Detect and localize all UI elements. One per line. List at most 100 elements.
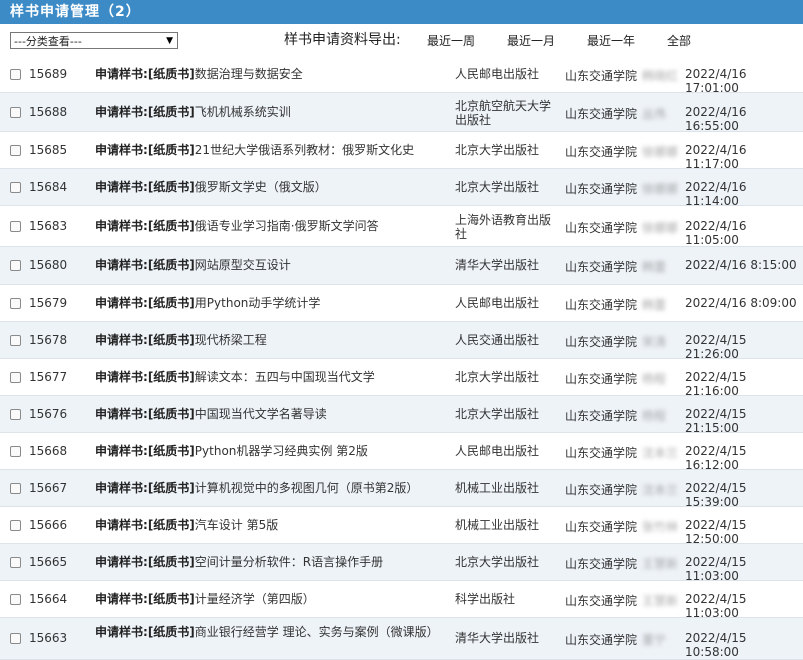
request-prefix: 申请样书: [95, 625, 148, 639]
school: 山东交通学院 [565, 335, 638, 349]
publisher: 北京大学出版社 [455, 180, 540, 194]
school: 山东交通学院 [565, 409, 638, 423]
book-title-link[interactable]: 申请样书:[纸质书]飞机机械系统实训 [95, 105, 445, 119]
table-row[interactable]: 15688 申请样书:[纸质书]飞机机械系统实训 北京航空航天大学出版社 山东交通学院… [0, 93, 803, 133]
table-row[interactable]: 15664 申请样书:[纸质书]计量经济学（第四版） 科学出版社 山东交通学院 王慧新 2… [0, 581, 803, 620]
request-prefix: 申请样书: [95, 407, 148, 421]
export-last-month-link[interactable]: 最近一月 [507, 32, 555, 49]
book-title-link[interactable]: 申请样书:[纸质书]Python机器学习经典实例 第2版 [95, 444, 445, 458]
category-filter-select[interactable]: ---分类查看--- ▼ [10, 32, 178, 49]
request-time: 2022/4/15 11:03:00 [685, 555, 747, 583]
table-row[interactable]: 15683 申请样书:[纸质书]俄语专业学习指南·俄罗斯文学问答 上海外语教育出版社… [0, 206, 803, 247]
table-row[interactable]: 15680 申请样书:[纸质书]网站原型交互设计 清华大学出版社 山东交通学院 韩蕾 20… [0, 247, 803, 285]
row-checkbox[interactable] [10, 372, 21, 383]
book-title-link[interactable]: 申请样书:[纸质书]中国现当代文学名著导读 [95, 407, 445, 421]
row-checkbox[interactable] [10, 483, 21, 494]
request-time: 2022/4/15 10:58:00 [685, 631, 747, 659]
book-name: 解读文本：五四与中国现当代文学 [194, 370, 375, 384]
request-prefix: 申请样书: [95, 258, 148, 272]
publisher: 机械工业出版社 [455, 481, 540, 495]
export-last-year-link[interactable]: 最近一年 [587, 32, 635, 49]
table-row[interactable]: 15689 申请样书:[纸质书]数据治理与数据安全 人民邮电出版社 山东交通学院 韩晓红… [0, 57, 803, 95]
school: 山东交通学院 [565, 69, 638, 83]
chevron-down-icon: ▼ [166, 36, 173, 46]
book-title-link[interactable]: 申请样书:[纸质书]现代桥梁工程 [95, 333, 445, 347]
row-checkbox[interactable] [10, 298, 21, 309]
request-time: 2022/4/16 16:55:00 [685, 105, 747, 133]
book-title-link[interactable]: 申请样书:[纸质书]21世纪大学俄语系列教材：俄罗斯文化史 [95, 143, 445, 157]
category-filter-value: ---分类查看--- [14, 35, 82, 48]
row-checkbox[interactable] [10, 520, 21, 531]
applicant-name: 杨程 [642, 409, 667, 423]
table-row[interactable]: 15679 申请样书:[纸质书]用Python动手学统计学 人民邮电出版社 山东交通学… [0, 285, 803, 322]
row-checkbox[interactable] [10, 335, 21, 346]
table-row[interactable]: 15676 申请样书:[纸质书]中国现当代文学名著导读 北京大学出版社 山东交通学院杨… [0, 396, 803, 435]
row-id: 15667 [29, 481, 68, 495]
school: 山东交通学院 [565, 483, 638, 497]
book-title-link[interactable]: 申请样书:[纸质书]计量经济学（第四版） [95, 592, 445, 606]
book-name: 数据治理与数据安全 [194, 67, 303, 81]
request-prefix: 申请样书: [95, 518, 148, 532]
publisher: 清华大学出版社 [455, 631, 540, 645]
table-row[interactable]: 15684 申请样书:[纸质书]俄罗斯文学史（俄文版） 北京大学出版社 山东交通学院徐… [0, 169, 803, 208]
export-last-week-link[interactable]: 最近一周 [427, 32, 475, 49]
format-tag: [纸质书] [147, 333, 195, 347]
book-name: 商业银行经营学 理论、实务与案例（微课版） [194, 625, 439, 639]
book-name: Python机器学习经典实例 第2版 [194, 444, 368, 458]
row-checkbox[interactable] [10, 107, 21, 118]
request-prefix: 申请样书: [95, 180, 148, 194]
book-title-link[interactable]: 申请样书:[纸质书]用Python动手学统计学 [95, 296, 445, 310]
table-row[interactable]: 15677 申请样书:[纸质书]解读文本：五四与中国现当代文学 北京大学出版社 山东交… [0, 359, 803, 398]
row-checkbox[interactable] [10, 557, 21, 568]
row-checkbox[interactable] [10, 633, 21, 644]
row-id: 15677 [29, 370, 68, 384]
book-title-link[interactable]: 申请样书:[纸质书]空间计量分析软件：R语言操作手册 [95, 555, 445, 569]
applicant-name: 董宁 [642, 633, 667, 647]
table-row[interactable]: 15667 申请样书:[纸质书]计算机视觉中的多视图几何（原书第2版） 机械工业出版… [0, 470, 803, 509]
row-checkbox[interactable] [10, 594, 21, 605]
request-time: 2022/4/16 8:09:00 [685, 296, 797, 310]
format-tag: [纸质书] [147, 180, 195, 194]
table-row[interactable]: 15678 申请样书:[纸质书]现代桥梁工程 人民交通出版社 山东交通学院 宋涛 2022… [0, 322, 803, 361]
row-id: 15688 [29, 105, 68, 119]
request-prefix: 申请样书: [95, 105, 148, 119]
row-checkbox[interactable] [10, 221, 21, 232]
row-checkbox[interactable] [10, 260, 21, 271]
applicant-name: 徐娜娜 [642, 221, 679, 235]
page-title: 样书申请管理（2） [0, 0, 803, 24]
request-time: 2022/4/16 17:01:00 [685, 67, 747, 95]
applicant-name: 韩蕾 [642, 298, 667, 312]
request-time: 2022/4/16 8:15:00 [685, 258, 797, 272]
school: 山东交通学院 [565, 446, 638, 460]
book-title-link[interactable]: 申请样书:[纸质书]数据治理与数据安全 [95, 67, 445, 81]
table-row[interactable]: 15685 申请样书:[纸质书]21世纪大学俄语系列教材：俄罗斯文化史 北京大学出版… [0, 132, 803, 171]
request-time: 2022/4/16 11:14:00 [685, 180, 747, 208]
row-id: 15683 [29, 219, 68, 233]
book-title-link[interactable]: 申请样书:[纸质书]计算机视觉中的多视图几何（原书第2版） [95, 481, 445, 495]
publisher: 人民邮电出版社 [455, 67, 540, 81]
row-checkbox[interactable] [10, 182, 21, 193]
table-row[interactable]: 15668 申请样书:[纸质书]Python机器学习经典实例 第2版 人民邮电出版社… [0, 433, 803, 472]
table-row[interactable]: 15665 申请样书:[纸质书]空间计量分析软件：R语言操作手册 北京大学出版社 山东… [0, 544, 803, 583]
applicant-name: 张竹林 [642, 520, 679, 534]
request-time: 2022/4/15 21:26:00 [685, 333, 747, 361]
export-all-link[interactable]: 全部 [667, 32, 691, 49]
row-id: 15680 [29, 258, 68, 272]
book-name: 汽车设计 第5版 [194, 518, 279, 532]
book-title-link[interactable]: 申请样书:[纸质书]俄语专业学习指南·俄罗斯文学问答 [95, 219, 445, 233]
book-title-link[interactable]: 申请样书:[纸质书]汽车设计 第5版 [95, 518, 445, 532]
book-title-link[interactable]: 申请样书:[纸质书]俄罗斯文学史（俄文版） [95, 180, 445, 194]
row-id: 15685 [29, 143, 68, 157]
request-prefix: 申请样书: [95, 219, 148, 233]
table-row[interactable]: 15663 申请样书:[纸质书]商业银行经营学 理论、实务与案例（微课版） 清华大学… [0, 618, 803, 660]
row-checkbox[interactable] [10, 145, 21, 156]
row-checkbox[interactable] [10, 69, 21, 80]
table-row[interactable]: 15666 申请样书:[纸质书]汽车设计 第5版 机械工业出版社 山东交通学院 张竹林 2… [0, 507, 803, 546]
book-title-link[interactable]: 申请样书:[纸质书]解读文本：五四与中国现当代文学 [95, 370, 445, 384]
book-title-link[interactable]: 申请样书:[纸质书]商业银行经营学 理论、实务与案例（微课版） [95, 625, 445, 639]
row-checkbox[interactable] [10, 409, 21, 420]
row-checkbox[interactable] [10, 446, 21, 457]
format-tag: [纸质书] [147, 555, 195, 569]
publisher: 人民交通出版社 [455, 333, 540, 347]
book-title-link[interactable]: 申请样书:[纸质书]网站原型交互设计 [95, 258, 445, 272]
